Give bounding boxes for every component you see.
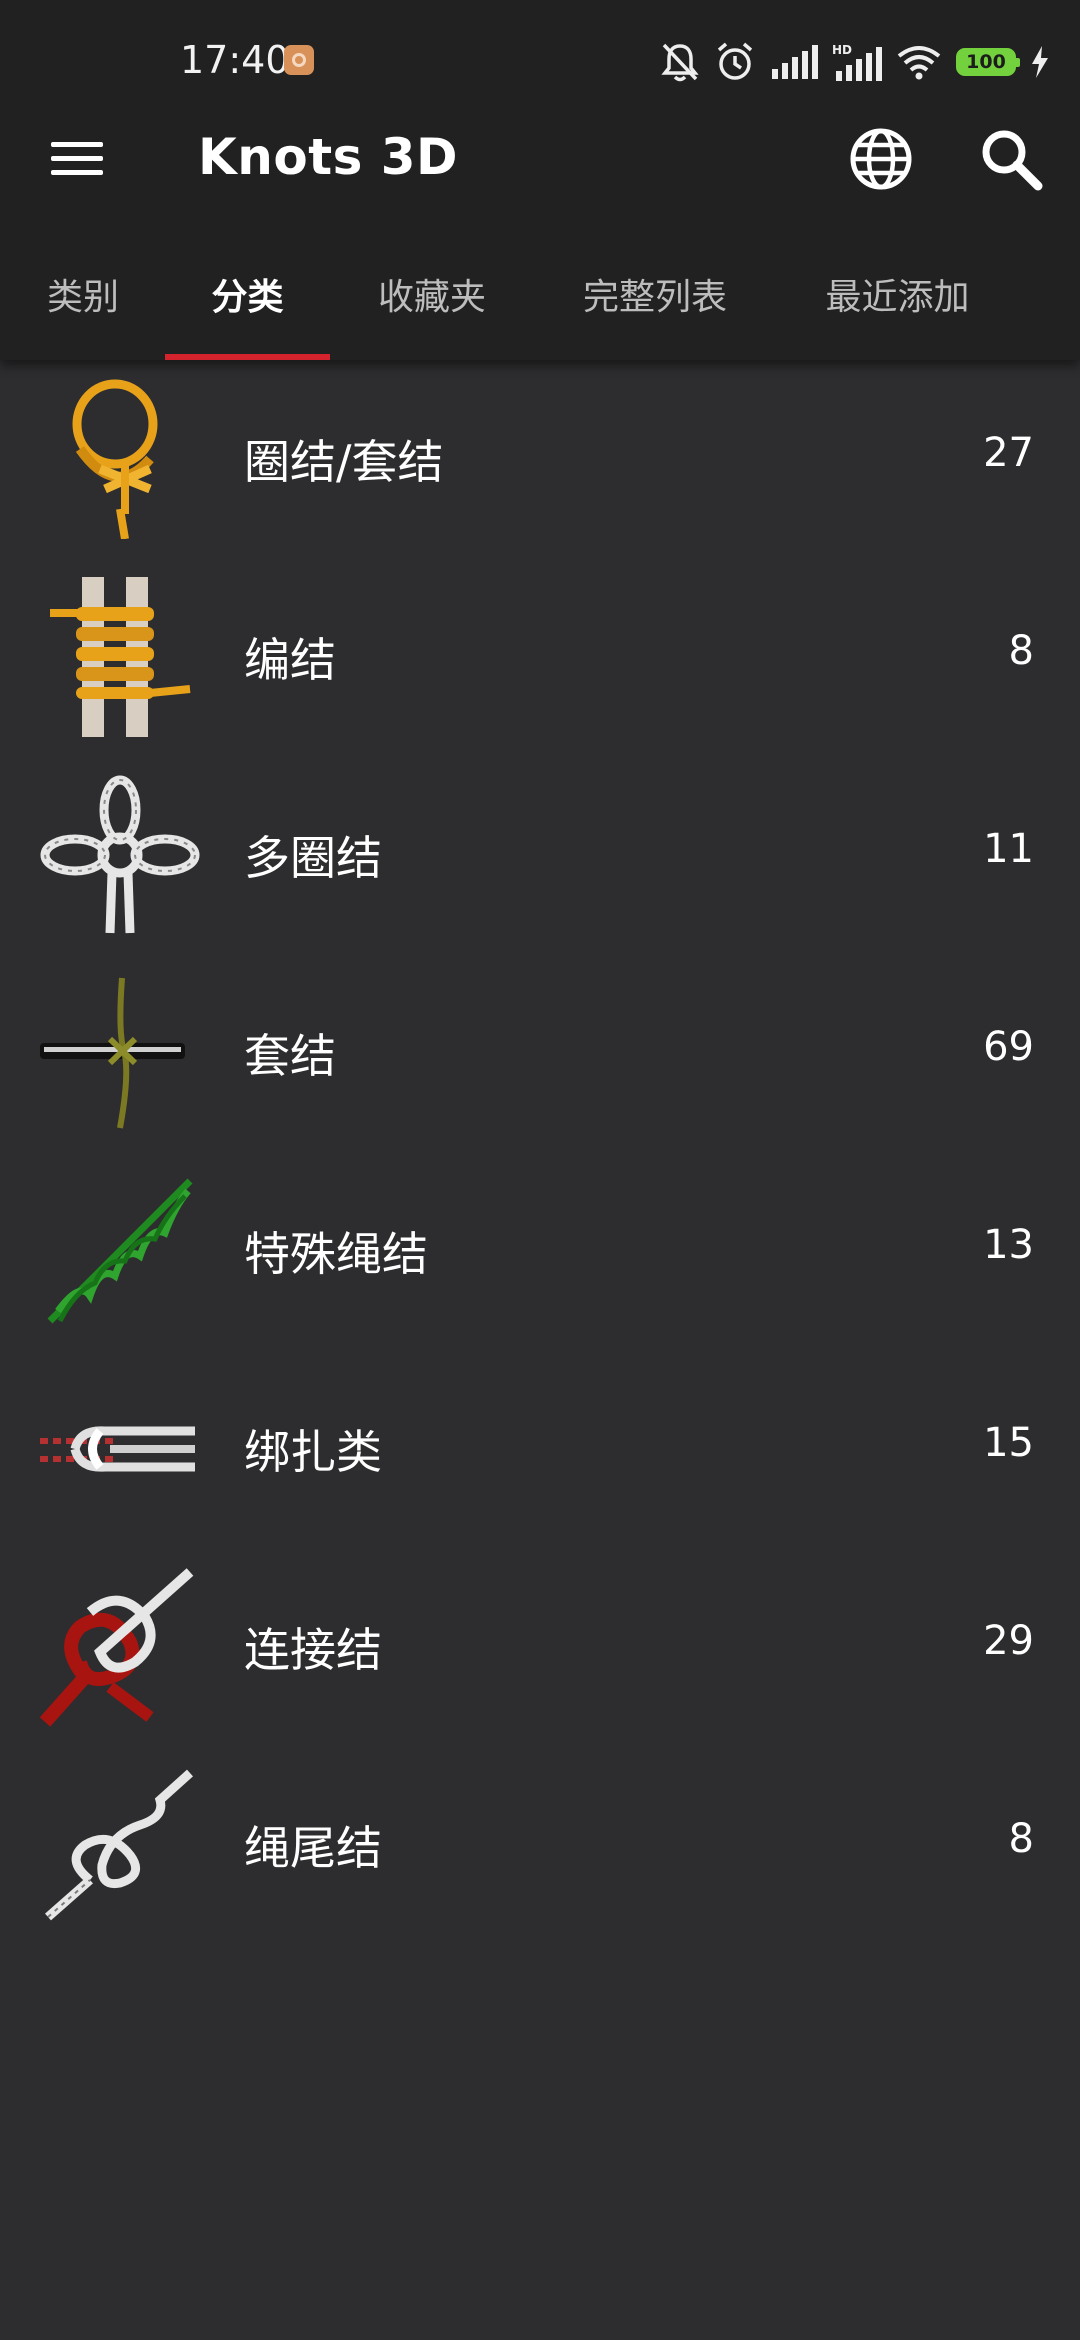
globe-icon[interactable] bbox=[848, 126, 914, 192]
category-label: 绳尾结 bbox=[244, 1821, 382, 1875]
tab-favorites[interactable]: 收藏夹 bbox=[352, 248, 512, 360]
bell-off-icon bbox=[661, 43, 699, 82]
category-count: 13 bbox=[983, 1222, 1034, 1268]
status-icons: HD 100 bbox=[660, 36, 1050, 88]
category-count: 29 bbox=[983, 1618, 1034, 1664]
stopper-knot-icon bbox=[45, 1769, 194, 1921]
category-label: 圈结/套结 bbox=[244, 435, 444, 489]
category-count: 8 bbox=[1008, 628, 1034, 674]
category-count: 27 bbox=[983, 430, 1034, 476]
special-knot-icon bbox=[47, 1178, 193, 1324]
binding-knot-icon bbox=[40, 1426, 195, 1472]
list-item[interactable]: 编结 8 bbox=[0, 558, 1080, 756]
svg-text:HD: HD bbox=[832, 43, 852, 57]
multi-loop-knot-icon bbox=[40, 775, 200, 934]
battery-level: 100 bbox=[966, 51, 1006, 73]
app-title: Knots 3D bbox=[198, 128, 459, 186]
tab-bar: 类别 分类 收藏夹 完整列表 最近添加 bbox=[0, 248, 1080, 360]
charging-icon bbox=[1032, 46, 1048, 78]
tab-recently-added[interactable]: 最近添加 bbox=[800, 248, 995, 360]
list-item[interactable]: 绑扎类 15 bbox=[0, 1350, 1080, 1548]
tab-category[interactable]: 类别 bbox=[18, 248, 148, 360]
battery-icon: 100 bbox=[956, 48, 1020, 76]
hitch-knot-icon bbox=[40, 977, 185, 1129]
list-item[interactable]: 多圈结 11 bbox=[0, 756, 1080, 954]
tab-classification[interactable]: 分类 bbox=[165, 248, 330, 360]
status-time: 17:40 bbox=[180, 38, 290, 82]
signal-icon bbox=[772, 45, 818, 79]
bend-knot-icon bbox=[40, 1568, 194, 1727]
active-tab-indicator bbox=[165, 354, 330, 360]
loop-knot-icon bbox=[72, 379, 158, 539]
lashing-knot-icon bbox=[50, 577, 191, 737]
wifi-icon bbox=[897, 46, 941, 80]
category-label: 绑扎类 bbox=[244, 1425, 382, 1479]
category-count: 69 bbox=[983, 1024, 1034, 1070]
list-item[interactable]: 绳尾结 8 bbox=[0, 1746, 1080, 1944]
notification-app-icon bbox=[284, 45, 314, 75]
category-label: 特殊绳结 bbox=[244, 1227, 428, 1281]
menu-icon[interactable] bbox=[48, 138, 106, 180]
category-label: 编结 bbox=[244, 633, 336, 687]
category-label: 多圈结 bbox=[244, 831, 382, 885]
tab-full-list[interactable]: 完整列表 bbox=[560, 248, 750, 360]
category-count: 11 bbox=[983, 826, 1034, 872]
search-icon[interactable] bbox=[978, 126, 1044, 192]
status-bar: 17:40 HD 100 bbox=[0, 0, 1080, 120]
alarm-icon bbox=[717, 42, 753, 80]
category-label: 套结 bbox=[244, 1029, 336, 1083]
category-label: 连接结 bbox=[244, 1623, 382, 1677]
category-count: 15 bbox=[983, 1420, 1034, 1466]
list-item[interactable]: 圈结/套结 27 bbox=[0, 360, 1080, 558]
list-item[interactable]: 连接结 29 bbox=[0, 1548, 1080, 1746]
app-header: 17:40 HD 100 Knots 3D 类别 分类 收藏夹 完整列表 最近添… bbox=[0, 0, 1080, 360]
list-item[interactable]: 套结 69 bbox=[0, 954, 1080, 1152]
list-item[interactable]: 特殊绳结 13 bbox=[0, 1152, 1080, 1350]
category-count: 8 bbox=[1008, 1816, 1034, 1862]
hd-signal-icon: HD bbox=[832, 43, 882, 81]
